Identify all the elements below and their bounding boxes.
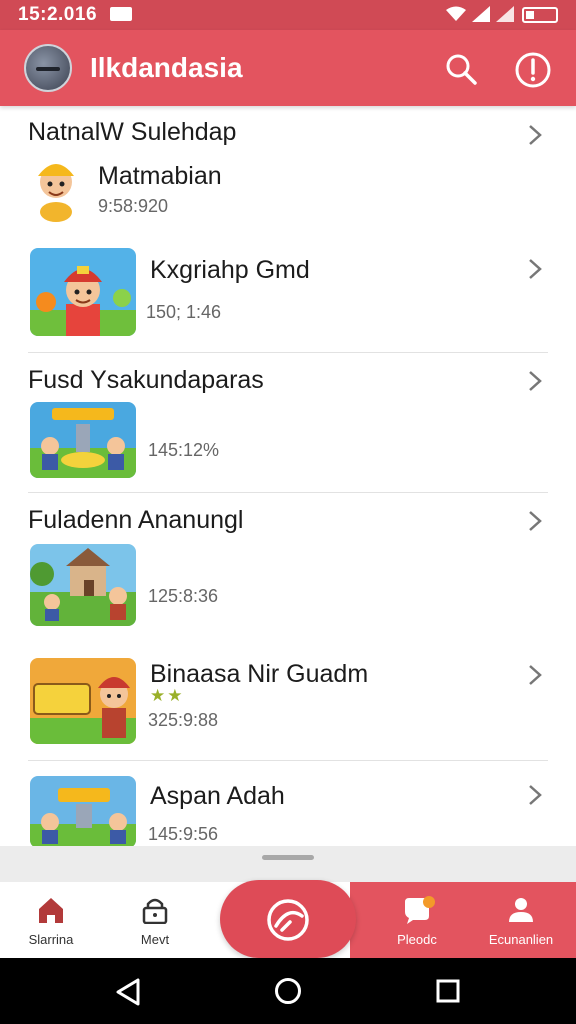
- chevron-right-icon[interactable]: [526, 368, 544, 394]
- rating-stars: ★★: [150, 686, 185, 705]
- divider: [28, 760, 548, 761]
- notification-icon: [110, 7, 132, 21]
- game-meta: 150; 1:46: [146, 302, 222, 322]
- drag-handle[interactable]: [262, 855, 314, 860]
- search-icon[interactable]: [444, 52, 478, 86]
- info-icon[interactable]: [514, 51, 552, 89]
- game-name[interactable]: Binaasa Nir Guadm: [150, 660, 368, 689]
- game-meta: 125:8:36: [148, 586, 219, 606]
- divider: [28, 352, 548, 353]
- game-thumbnail[interactable]: [30, 544, 136, 626]
- section-title: NatnalW Sulehdap: [28, 118, 237, 146]
- lock-icon: [142, 898, 168, 924]
- wifi-icon: [446, 6, 466, 21]
- game-meta: 325:9:88: [148, 710, 219, 730]
- game-name[interactable]: Matmabian: [98, 162, 222, 191]
- chevron-right-icon[interactable]: [526, 782, 544, 808]
- chevron-right-icon[interactable]: [526, 662, 544, 688]
- home-button-icon[interactable]: [274, 977, 302, 1005]
- bottom-sheet[interactable]: [0, 846, 576, 882]
- person-icon: [509, 898, 533, 922]
- home-icon: [39, 898, 63, 923]
- section-title: Fuladenn Ananungl: [28, 506, 244, 534]
- center-action-icon: [267, 899, 309, 941]
- game-thumbnail[interactable]: [30, 248, 136, 336]
- chevron-right-icon[interactable]: [526, 256, 544, 282]
- status-time: 15:2.016: [18, 4, 98, 25]
- back-icon[interactable]: [116, 978, 142, 1006]
- game-thumbnail[interactable]: [30, 658, 136, 744]
- nav-chat[interactable]: Pleodc: [372, 882, 462, 958]
- game-thumbnail[interactable]: [30, 776, 136, 848]
- signal-icon-secondary: [496, 6, 514, 22]
- game-meta: 145:12%: [148, 440, 220, 460]
- nav-label: Pleodc: [397, 932, 437, 947]
- nav-label: Slarrina: [28, 932, 74, 947]
- app-title: Ilkdandasia: [90, 52, 243, 83]
- nav-home[interactable]: Slarrina: [6, 882, 96, 958]
- divider: [28, 492, 548, 493]
- game-thumbnail[interactable]: [30, 402, 136, 478]
- nav-label: Ecunanlien: [488, 932, 554, 947]
- bottom-nav: Slarrina Mevt Pleodc Ecunanlien: [0, 880, 576, 958]
- nav-label: Mevt: [140, 932, 170, 947]
- game-name[interactable]: Kxgriahp Gmd: [150, 256, 310, 285]
- signal-icon: [472, 6, 490, 22]
- status-bar: 15:2.016: [0, 0, 576, 30]
- center-action-button[interactable]: [220, 880, 356, 958]
- app-logo-icon[interactable]: [24, 44, 72, 92]
- game-meta: 145:9:56: [148, 824, 219, 844]
- game-meta: 9:58:920: [98, 196, 169, 216]
- chevron-right-icon[interactable]: [526, 122, 544, 148]
- chevron-right-icon[interactable]: [526, 508, 544, 534]
- system-nav-bar: [0, 958, 576, 1024]
- battery-icon: [522, 7, 558, 23]
- app-bar: Ilkdandasia: [0, 30, 576, 106]
- recent-apps-icon[interactable]: [436, 979, 460, 1003]
- chat-icon: [405, 896, 435, 924]
- game-list: NatnalW Sulehdap Matmabian 9:58:920 Kxgr…: [0, 106, 576, 848]
- game-thumbnail[interactable]: [30, 154, 82, 222]
- game-name[interactable]: Aspan Adah: [150, 782, 285, 811]
- nav-profile[interactable]: Ecunanlien: [476, 882, 566, 958]
- nav-lock[interactable]: Mevt: [110, 882, 200, 958]
- section-title: Fusd Ysakundaparas: [28, 366, 264, 394]
